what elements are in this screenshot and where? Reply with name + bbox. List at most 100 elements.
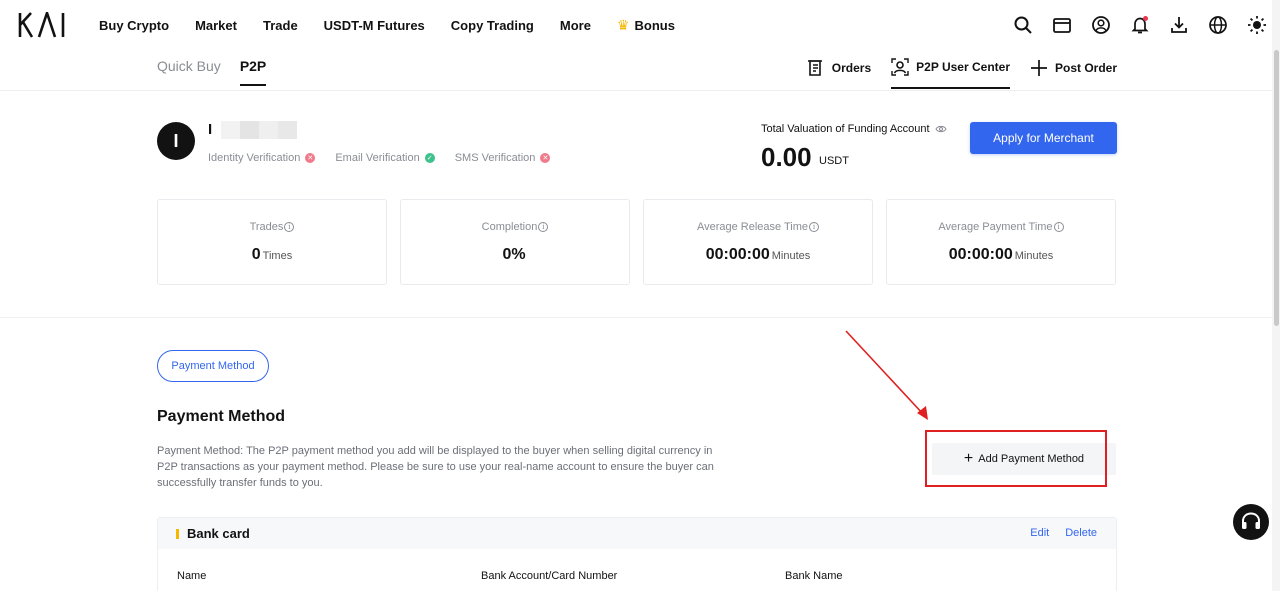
check-icon: ✓ xyxy=(424,153,435,163)
nav-market[interactable]: Market xyxy=(195,18,237,33)
stat-number: 0% xyxy=(502,246,526,263)
stat-unit: Minutes xyxy=(1014,250,1054,262)
add-payment-method-button[interactable]: + Add Payment Method xyxy=(932,443,1116,475)
username-mask xyxy=(221,121,297,139)
annotation-arrow xyxy=(845,330,928,420)
tab-p2p[interactable]: P2P xyxy=(239,58,267,86)
edit-link[interactable]: Edit xyxy=(1030,527,1049,539)
stat-value: 0% xyxy=(502,246,527,264)
headset-icon xyxy=(1242,512,1260,529)
verification-label: Identity Verification xyxy=(208,152,301,164)
tab-quick-buy[interactable]: Quick Buy xyxy=(157,58,221,86)
bank-card-columns: Name Bank Account/Card Number Bank Name xyxy=(177,570,1089,582)
globe-icon[interactable] xyxy=(1207,14,1229,36)
funding-unit: USDT xyxy=(819,155,849,167)
user-center-label: P2P User Center xyxy=(916,60,1010,74)
stat-label: Completion i xyxy=(482,221,549,233)
payment-method-description: Payment Method: The P2P payment method y… xyxy=(157,445,714,489)
stat-number: 0 xyxy=(251,246,261,263)
avatar: I xyxy=(157,122,195,160)
info-icon[interactable]: i xyxy=(809,222,820,232)
account-icon[interactable] xyxy=(1090,14,1112,36)
funding-amount: 0.00 xyxy=(761,142,812,172)
theme-icon[interactable] xyxy=(1246,14,1268,36)
notification-dot xyxy=(1143,16,1148,21)
stat-label-text: Trades xyxy=(249,221,284,233)
support-headset-button[interactable] xyxy=(1233,504,1269,540)
info-icon[interactable]: i xyxy=(1053,222,1064,232)
crown-icon: ♛ xyxy=(616,16,630,33)
nav-icons xyxy=(1012,14,1268,36)
delete-link[interactable]: Delete xyxy=(1065,527,1097,539)
bank-card-panel: Bank card Edit Delete Name Bank Account/… xyxy=(157,517,1117,591)
username: I xyxy=(208,121,213,138)
bank-card-title: Bank card xyxy=(187,526,250,541)
nav-copy-trading[interactable]: Copy Trading xyxy=(451,18,534,33)
top-nav: Buy Crypto Market Trade USDT-M Futures C… xyxy=(0,0,1280,50)
orders-icon xyxy=(807,60,822,76)
stat-value: 00:00:00 Minutes xyxy=(706,246,811,264)
scrollbar-thumb[interactable] xyxy=(1274,50,1279,326)
kai-logo[interactable] xyxy=(18,12,74,38)
stat-value: 0 Times xyxy=(252,246,292,264)
stat-avg-payment-time: Average Payment Time i 00:00:00 Minutes xyxy=(886,199,1116,285)
failed-icon: ✕ xyxy=(305,153,316,163)
stat-avg-release-time: Average Release Time i 00:00:00 Minutes xyxy=(643,199,873,285)
stat-label: Average Payment Time i xyxy=(938,221,1064,233)
orders-label: Orders xyxy=(831,61,872,75)
stat-label: Average Release Time i xyxy=(697,221,820,233)
header-divider xyxy=(0,90,1272,91)
stat-label-text: Completion xyxy=(481,221,538,233)
post-order-label: Post Order xyxy=(1054,61,1117,75)
column-name: Name xyxy=(177,570,207,582)
orders-link[interactable]: Orders xyxy=(807,58,871,89)
apply-merchant-button[interactable]: Apply for Merchant xyxy=(970,122,1117,154)
payment-method-title: Payment Method xyxy=(157,408,286,425)
nav-usdt-m-futures[interactable]: USDT-M Futures xyxy=(324,18,425,33)
sms-verification[interactable]: SMS Verification ✕ xyxy=(455,152,551,164)
identity-verification[interactable]: Identity Verification ✕ xyxy=(208,152,316,164)
bank-card-actions: Edit Delete xyxy=(1030,527,1097,539)
stat-label-text: Average Payment Time xyxy=(938,221,1053,233)
stat-unit: Minutes xyxy=(771,250,811,262)
nav-more[interactable]: More xyxy=(560,18,591,33)
wallet-icon[interactable] xyxy=(1051,14,1073,36)
search-icon[interactable] xyxy=(1012,14,1034,36)
bank-card-header: Bank card Edit Delete xyxy=(158,518,1116,549)
section-divider xyxy=(0,317,1272,318)
stat-label: Trades i xyxy=(250,221,295,233)
post-order-link[interactable]: Post Order xyxy=(1030,58,1117,89)
info-icon[interactable]: i xyxy=(538,222,549,232)
column-bank-name: Bank Name xyxy=(785,570,843,582)
stats-row: Trades i 0 Times Completion i 0% Average Re… xyxy=(157,199,1116,285)
nav-bonus[interactable]: ♛ Bonus xyxy=(617,17,675,34)
funding-valuation-label: Total Valuation of Funding Account xyxy=(761,123,947,135)
plus-icon: + xyxy=(963,450,974,467)
eye-icon[interactable] xyxy=(935,125,947,133)
nav-bonus-label: Bonus xyxy=(634,17,675,33)
accent-bar xyxy=(176,528,179,539)
p2p-actions: Orders P2P User Center Post Order xyxy=(807,58,1117,89)
email-verification[interactable]: Email Verification ✓ xyxy=(335,152,435,164)
tab-payment-method[interactable]: Payment Method xyxy=(157,350,269,382)
add-payment-method-label: Add Payment Method xyxy=(978,453,1085,465)
verification-label: SMS Verification xyxy=(454,152,536,164)
stat-completion: Completion i 0% xyxy=(400,199,630,285)
verification-label: Email Verification xyxy=(335,152,420,164)
p2p-user-center-link[interactable]: P2P User Center xyxy=(891,58,1010,89)
nav-trade[interactable]: Trade xyxy=(263,18,298,33)
stat-unit: Times xyxy=(262,250,293,262)
nav-buy-crypto[interactable]: Buy Crypto xyxy=(99,18,169,33)
user-center-icon xyxy=(891,58,909,76)
stat-number: 00:00:00 xyxy=(705,246,770,263)
info-icon[interactable]: i xyxy=(284,222,295,232)
column-account-number: Bank Account/Card Number xyxy=(481,570,618,582)
failed-icon: ✕ xyxy=(540,153,551,163)
download-icon[interactable] xyxy=(1168,14,1190,36)
p2p-subtabs: Quick Buy P2P xyxy=(157,58,267,86)
stat-trades: Trades i 0 Times xyxy=(157,199,387,285)
main-nav: Buy Crypto Market Trade USDT-M Futures C… xyxy=(99,0,701,50)
stat-value: 00:00:00 Minutes xyxy=(949,246,1054,264)
bell-icon[interactable] xyxy=(1129,14,1151,36)
plus-icon xyxy=(1030,60,1047,76)
